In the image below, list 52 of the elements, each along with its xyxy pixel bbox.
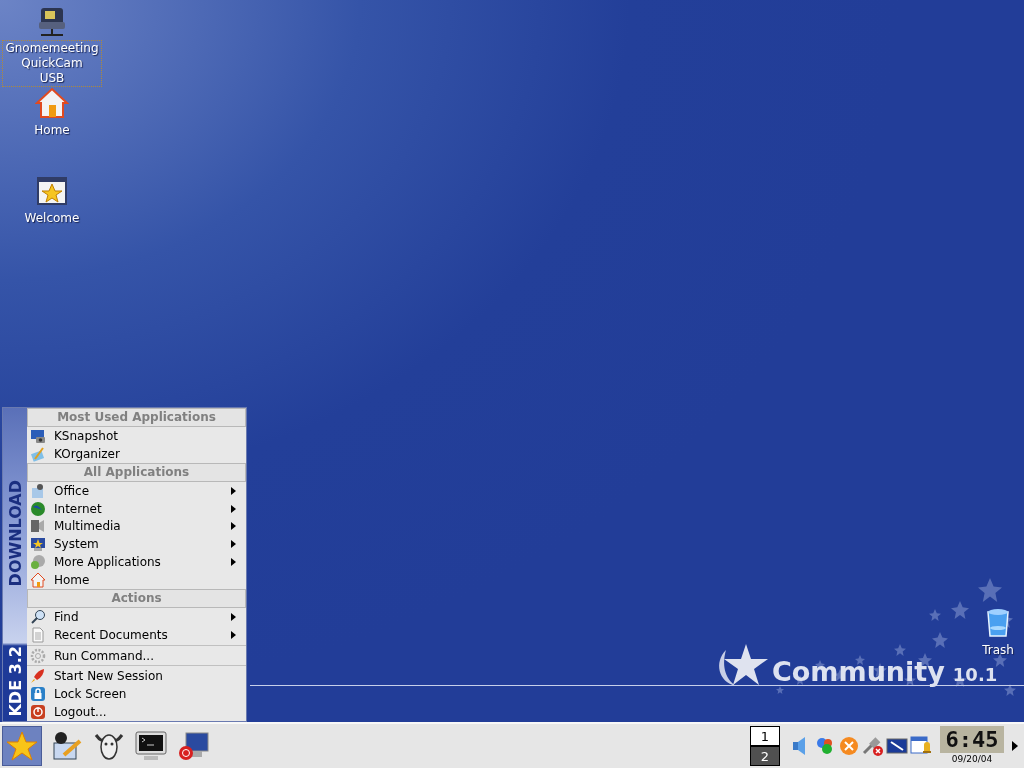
- logo-version: 10.1: [952, 664, 998, 685]
- menu-item[interactable]: Internet: [27, 499, 246, 518]
- menu-item[interactable]: Office: [27, 481, 246, 500]
- menu-item[interactable]: Start New Session: [27, 667, 246, 686]
- menu-item[interactable]: Find: [27, 607, 246, 626]
- house-icon[interactable]: [35, 86, 69, 120]
- menu-item[interactable]: System: [27, 535, 246, 554]
- menu-item[interactable]: Multimedia: [27, 517, 246, 536]
- menu-item[interactable]: KOrganizer: [27, 444, 246, 463]
- start-button[interactable]: [2, 726, 42, 766]
- menu-section-header: Actions: [27, 588, 246, 608]
- search-icon: [30, 608, 46, 625]
- document-icon: [30, 626, 46, 643]
- globe-icon: [30, 500, 46, 517]
- menu-item[interactable]: Lock Screen: [27, 685, 246, 704]
- desktop-icon-label[interactable]: Trash: [979, 642, 1017, 659]
- menu-item[interactable]: Logout...: [27, 703, 246, 721]
- monitor-icon: [30, 536, 46, 553]
- desktop-switch-button[interactable]: 1: [750, 726, 780, 746]
- star-window-icon[interactable]: [35, 174, 69, 208]
- menu-item[interactable]: More Applications: [27, 553, 246, 571]
- pencil-icon: [30, 445, 46, 462]
- power-icon: [30, 704, 46, 721]
- desktop-icon-label[interactable]: Gnomemeeting QuickCam USB: [2, 40, 102, 87]
- expand-arrow-icon[interactable]: [1012, 741, 1018, 751]
- lock-icon: [30, 686, 46, 703]
- menu-item[interactable]: KSnapshot: [27, 427, 246, 445]
- banner-version-text: KDE 3.2: [5, 646, 25, 717]
- terminal-icon[interactable]: [134, 729, 168, 763]
- desktop-switch-button[interactable]: 2: [750, 746, 780, 766]
- menu-section-header: Most Used Applications: [27, 408, 246, 427]
- clock-date: 09/20/04: [951, 753, 993, 765]
- plug-icon[interactable]: [862, 735, 884, 757]
- screen-camera-icon: [30, 427, 46, 444]
- speaker-icon: [30, 518, 46, 535]
- desktop-icon-label[interactable]: Home: [31, 122, 73, 139]
- clock-time: 6:45: [940, 726, 1004, 753]
- menu-section-header: All Applications: [27, 462, 246, 482]
- bell-icon[interactable]: [910, 735, 932, 757]
- menu-item[interactable]: Run Command...: [27, 646, 246, 665]
- house-icon: [30, 571, 46, 588]
- star-icon: [6, 730, 38, 762]
- menu-item[interactable]: Recent Documents: [27, 625, 246, 644]
- rocket-icon: [30, 668, 46, 685]
- logo-wordmark: Community: [772, 656, 945, 687]
- banner-download-text: DOWNLOAD: [5, 480, 25, 587]
- pencil-icon[interactable]: [50, 729, 84, 763]
- desktop-icon-label[interactable]: Welcome: [21, 210, 83, 227]
- menu-item[interactable]: Home: [27, 571, 246, 589]
- clock[interactable]: 6:45 09/20/04: [940, 726, 1004, 766]
- display-icon[interactable]: [886, 735, 908, 757]
- monitor-icon[interactable]: [176, 729, 210, 763]
